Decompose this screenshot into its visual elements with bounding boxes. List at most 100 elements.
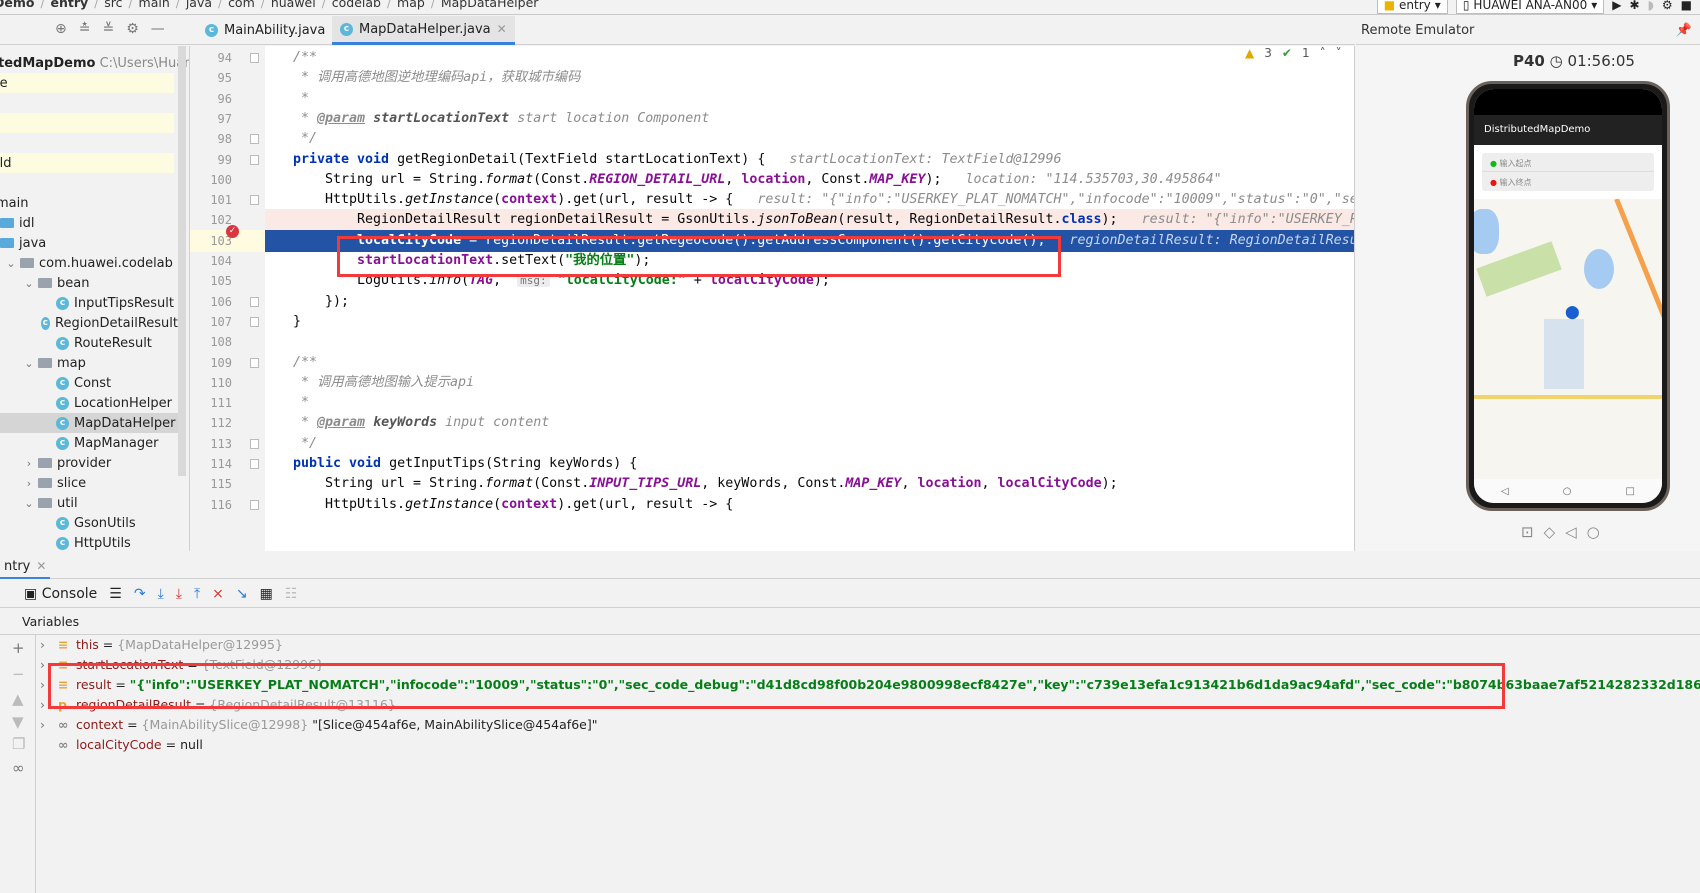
map-view[interactable]: ⬤ (1474, 199, 1662, 479)
fold-marker-icon[interactable] (250, 195, 259, 206)
close-icon[interactable]: ✕ (36, 559, 46, 575)
back-icon[interactable]: ◁ (1565, 523, 1577, 541)
run-to-cursor-icon[interactable]: ↘ (236, 586, 248, 602)
tree-item[interactable]: ⌄ util (0, 493, 178, 513)
chevron-down-icon[interactable]: ⌄ (22, 497, 36, 510)
back-icon[interactable]: ◁ (1501, 486, 1509, 497)
breakpoint-icon[interactable]: ✓ (226, 225, 239, 238)
tree-item[interactable]: : (0, 173, 174, 193)
tab-mapdatahelper[interactable]: c MapDataHelper.java ✕ (332, 16, 515, 45)
gear-icon[interactable]: ⚙ (126, 21, 139, 37)
code-editor[interactable]: /** * 调用高德地图逆地理编码api，获取城市编码 * * @param s… (265, 46, 1355, 551)
chevron-down-icon[interactable]: ⌄ (4, 257, 18, 270)
breadcrumb-item[interactable]: main (139, 0, 170, 10)
tree-item[interactable]: ild (0, 153, 174, 173)
tree-item[interactable] (0, 113, 174, 133)
tree-item[interactable]: c LocationHelper (0, 393, 178, 413)
chevron-up-icon[interactable]: ˄ (1320, 46, 1326, 60)
breadcrumb-item[interactable]: codelab (332, 0, 381, 10)
tree-item[interactable]: c RegionDetailResult (0, 313, 178, 333)
tree-item[interactable]: ⌄ bean (0, 273, 178, 293)
step-over-icon[interactable]: ↷ (134, 586, 146, 602)
evaluate-icon[interactable]: ▦ (260, 586, 273, 602)
stop-icon[interactable]: ■ (1681, 0, 1692, 12)
tree-item[interactable]: c MapDataHelper (0, 413, 178, 433)
fold-marker-icon[interactable] (250, 357, 259, 368)
variable-row[interactable]: ∞ localCityCode = null (40, 735, 203, 755)
fold-marker-icon[interactable] (250, 154, 259, 165)
tree-item[interactable]: c InputTipsResult (0, 293, 178, 313)
tree-item[interactable]: le (0, 73, 174, 93)
step-out-icon[interactable]: ⤒ (194, 586, 200, 602)
end-input[interactable]: ● 输入终点 (1482, 172, 1654, 191)
chevron-down-icon[interactable]: ˅ (1336, 46, 1342, 60)
tree-item[interactable]: › slice (0, 473, 178, 493)
tree-item[interactable]: c MapManager (0, 433, 178, 453)
start-input[interactable]: ● 输入起点 (1482, 153, 1654, 172)
breadcrumb-item[interactable]: map (397, 0, 425, 10)
collapse-all-icon[interactable]: ≚ (102, 21, 114, 37)
frames-icon[interactable]: ☰ (109, 586, 122, 602)
drop-frame-icon[interactable]: ⨯ (212, 586, 224, 602)
phone-screen[interactable]: DistributedMapDemo ● 输入起点 ● 输入终点 ⬤ ◁ ○ □ (1474, 89, 1662, 503)
console-tab[interactable]: ▣ Console (24, 586, 97, 602)
locate-icon[interactable]: ⊕ (55, 21, 67, 37)
fold-marker-icon[interactable] (250, 296, 259, 307)
attach-icon[interactable]: ◗ (1648, 0, 1654, 12)
breadcrumb-item[interactable]: entry (51, 0, 89, 10)
force-step-into-icon[interactable]: ⤓ (176, 586, 182, 602)
home-icon[interactable]: ○ (1587, 523, 1600, 541)
recents-icon[interactable]: □ (1626, 486, 1635, 497)
chevron-down-icon[interactable]: ⌄ (22, 277, 36, 290)
step-into-icon[interactable]: ⤓ (158, 586, 164, 602)
variable-row[interactable]: › ∞ context = {MainAbilitySlice@12998} "[S… (40, 715, 597, 735)
variable-row[interactable]: › ≡ this = {MapDataHelper@12995} (40, 635, 283, 655)
tree-item[interactable] (0, 133, 174, 153)
fold-marker-icon[interactable] (250, 134, 259, 145)
watches-icon[interactable]: ∞ (12, 759, 25, 777)
move-down-icon[interactable]: ▼ (12, 713, 24, 731)
breadcrumb-item[interactable]: MapDataHelper (441, 0, 539, 10)
breadcrumb-item[interactable]: java (186, 0, 212, 10)
tree-item[interactable]: c Const (0, 373, 178, 393)
fold-marker-icon[interactable] (250, 438, 259, 449)
tree-item[interactable]: idl (0, 213, 178, 233)
breadcrumb-item[interactable]: huawei (271, 0, 316, 10)
breadcrumb-item[interactable]: com (228, 0, 255, 10)
trace-icon[interactable]: ☷ (285, 586, 298, 602)
add-watch-icon[interactable]: + (12, 639, 25, 657)
tree-item[interactable]: main (0, 193, 174, 213)
move-up-icon[interactable]: ▲ (12, 690, 24, 708)
inspection-widget[interactable]: ▲ 3 ✔ 1 ˄ ˅ (1245, 46, 1342, 60)
tree-item[interactable]: java (0, 233, 178, 253)
tree-item[interactable]: ⌄ com.huawei.codelab (0, 253, 178, 273)
remove-watch-icon[interactable]: − (12, 665, 25, 683)
run-config-select[interactable]: ■ entry ▾ (1376, 0, 1448, 14)
fold-marker-icon[interactable] (250, 53, 259, 63)
chevron-right-icon[interactable]: › (40, 715, 54, 735)
pin-icon[interactable]: 📌 (1676, 23, 1692, 38)
fold-marker-icon[interactable] (250, 316, 259, 327)
chevron-right-icon[interactable]: › (22, 457, 36, 470)
tree-item[interactable] (0, 93, 174, 113)
tree-item[interactable]: ⌄ map (0, 353, 178, 373)
debug-session-tab[interactable]: ntry ✕ (0, 557, 51, 579)
tree-root[interactable]: tedMapDemo C:\Users\HuangY (0, 53, 189, 73)
rotate-icon[interactable]: ◇ (1544, 523, 1556, 541)
copy-icon[interactable]: ❐ (12, 735, 25, 753)
tree-item[interactable]: c HttpUtils (0, 533, 178, 551)
debug-icon[interactable]: ✱ (1630, 0, 1640, 12)
screenshot-icon[interactable]: ⊡ (1521, 523, 1534, 541)
hide-icon[interactable]: — (151, 21, 165, 37)
chevron-right-icon[interactable]: › (22, 477, 36, 490)
run-icon[interactable]: ▶ (1612, 0, 1621, 12)
close-icon[interactable]: ✕ (497, 22, 507, 36)
tree-item[interactable]: c RouteResult (0, 333, 178, 353)
tree-item[interactable]: › provider (0, 453, 178, 473)
tab-mainability[interactable]: cMainAbility.java✕ (197, 16, 349, 45)
device-select[interactable]: ▯ HUAWEI ANA-AN00 ▾ (1455, 0, 1605, 14)
fold-marker-icon[interactable] (250, 499, 259, 510)
home-icon[interactable]: ○ (1563, 486, 1572, 497)
profile-icon[interactable]: ⚙ (1662, 0, 1673, 12)
fold-marker-icon[interactable] (250, 459, 259, 469)
